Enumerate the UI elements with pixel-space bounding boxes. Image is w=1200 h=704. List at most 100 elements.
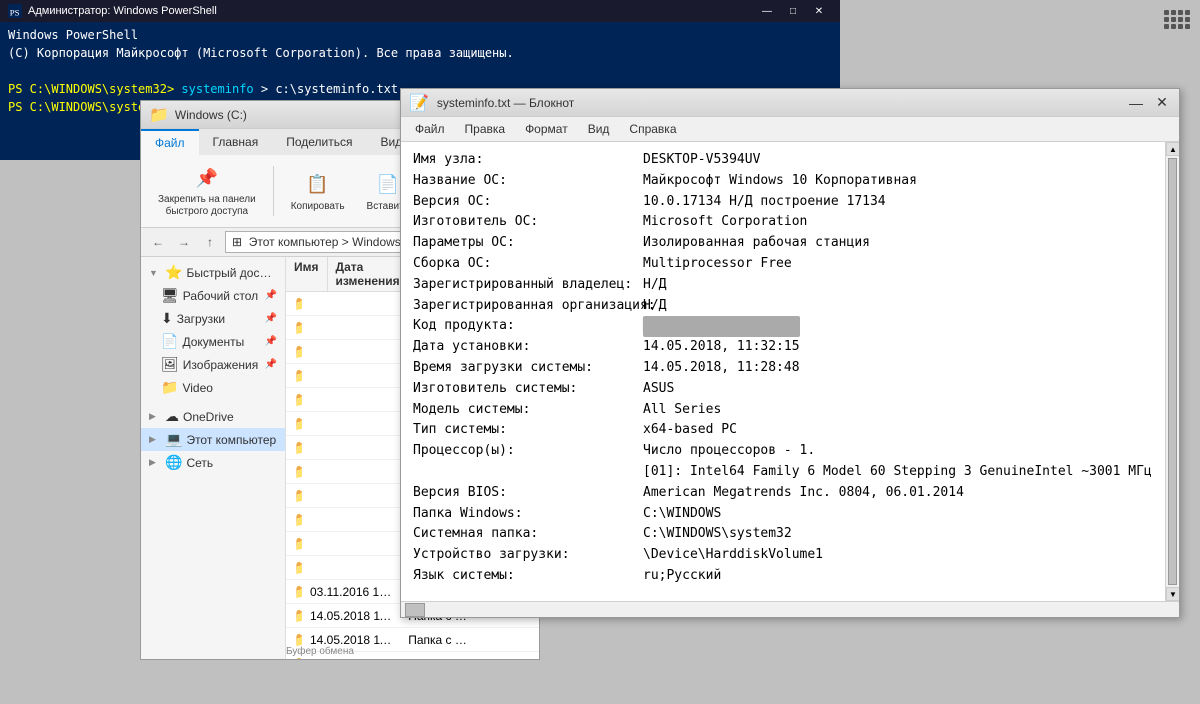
notepad-scrollbar[interactable]: ▲ ▼ xyxy=(1165,142,1179,601)
info-value: C:\WINDOWS\system32 xyxy=(643,524,792,545)
thispc-icon: 💻 xyxy=(165,431,182,448)
ribbon-divider1 xyxy=(273,166,274,216)
info-label: Название ОС: xyxy=(413,171,643,192)
downloads-label: Загрузки xyxy=(177,312,225,326)
notepad-window: 📝 systeminfo.txt — Блокнот — ✕ Файл Прав… xyxy=(400,88,1180,618)
documents-label: Документы xyxy=(182,335,244,349)
ps-minimize-btn[interactable]: — xyxy=(754,0,780,22)
sidebar-item-network[interactable]: ▶ 🌐 Сеть xyxy=(141,451,285,474)
ps-close-btn[interactable]: ✕ xyxy=(806,0,832,22)
file-name: 📁 SymCache xyxy=(286,484,302,507)
grid-dot xyxy=(1178,10,1183,15)
menu-file[interactable]: Файл xyxy=(405,119,455,139)
sidebar-item-downloads[interactable]: ⬇ Загрузки 📌 xyxy=(141,307,285,330)
file-icon: 📁 xyxy=(294,511,302,528)
desktop-icon: 🖥 xyxy=(161,287,179,304)
ps-line-3 xyxy=(8,62,832,80)
video-label: Video xyxy=(182,381,212,395)
ribbon-copy-btn[interactable]: 📋 Копировать xyxy=(282,166,354,217)
notepad-close-btn[interactable]: ✕ xyxy=(1149,90,1175,116)
file-name: 📁 TsTemp xyxy=(286,556,302,579)
info-label: Язык системы: xyxy=(413,566,643,587)
file-date xyxy=(302,373,400,379)
notepad-titlebar: 📝 systeminfo.txt — Блокнот — ✕ xyxy=(401,89,1179,117)
ps-titlebar-left: PS Администратор: Windows PowerShell xyxy=(8,4,217,18)
scroll-thumb[interactable] xyxy=(1168,158,1177,585)
info-label: Код продукта: xyxy=(413,316,643,337)
file-type: Папка с файлами xyxy=(400,654,484,660)
nav-back-btn[interactable]: ← xyxy=(147,231,169,253)
video-icon: 📁 xyxy=(161,379,178,396)
grid-dot xyxy=(1178,17,1183,22)
file-name: 📁 PSWork xyxy=(286,412,302,435)
col-name[interactable]: Имя xyxy=(286,257,328,291)
info-value: All Series xyxy=(643,400,721,421)
info-value: Microsoft Corporation xyxy=(643,212,807,233)
file-date xyxy=(302,517,400,523)
menu-edit[interactable]: Правка xyxy=(455,119,516,139)
notepad-content: Имя узла:DESKTOP-V5394UVНазвание ОС:Майк… xyxy=(401,142,1179,601)
ribbon-tab-share[interactable]: Поделиться xyxy=(272,129,366,155)
notepad-text-area[interactable]: Имя узла:DESKTOP-V5394UVНазвание ОС:Майк… xyxy=(401,142,1165,601)
file-icon: 📁 xyxy=(294,319,302,336)
ribbon-tab-file[interactable]: Файл xyxy=(141,129,199,155)
notepad-minimize-btn[interactable]: — xyxy=(1123,90,1149,116)
network-expand: ▶ xyxy=(149,457,161,468)
file-date xyxy=(302,349,400,355)
sidebar-item-images[interactable]: 🖼 Изображения 📌 xyxy=(141,353,285,376)
notepad-hscrollbar xyxy=(401,601,1179,617)
file-date xyxy=(302,565,400,571)
info-label: Сборка ОС: xyxy=(413,254,643,275)
notepad-menubar: Файл Правка Формат Вид Справка xyxy=(401,117,1179,142)
sidebar-item-video[interactable]: 📁 Video xyxy=(141,376,285,399)
scroll-up-arrow[interactable]: ▲ xyxy=(1166,142,1179,156)
info-label: Процессор(ы): xyxy=(413,441,643,462)
info-label: Устройство загрузки: xyxy=(413,545,643,566)
info-label: Изготовитель ОС: xyxy=(413,212,643,233)
file-icon: 📁 xyxy=(294,463,302,480)
info-label: Параметры ОС: xyxy=(413,233,643,254)
ps-maximize-btn[interactable]: □ xyxy=(780,0,806,22)
info-label: Изготовитель системы: xyxy=(413,379,643,400)
explorer-folder-icon: 📁 xyxy=(149,105,169,125)
ribbon-tab-home[interactable]: Главная xyxy=(199,129,273,155)
quickaccess-label: Быстрый доступ xyxy=(186,266,277,280)
sidebar-item-quickaccess[interactable]: ▼ ⭐ Быстрый доступ xyxy=(141,261,285,284)
grid-dot xyxy=(1164,10,1169,15)
sidebar-item-documents[interactable]: 📄 Документы 📌 xyxy=(141,330,285,353)
file-name: 📁 Test Soft xyxy=(286,532,302,555)
sidebar-item-thispc[interactable]: ▶ 💻 Этот компьютер xyxy=(141,428,285,451)
ps-line-text: (С) Корпорация Майкрософт (Microsoft Cor… xyxy=(8,46,514,60)
pin-mark3: 📌 xyxy=(265,336,277,347)
ribbon-pin-btn[interactable]: 📌 Закрепить на панелибыстрого доступа xyxy=(149,159,265,223)
ribbon-pin-label: Закрепить на панелибыстрого доступа xyxy=(158,194,256,218)
menu-format[interactable]: Формат xyxy=(515,119,578,139)
menu-view[interactable]: Вид xyxy=(578,119,620,139)
scroll-down-arrow[interactable]: ▼ xyxy=(1166,587,1179,601)
quickaccess-icon: ⭐ xyxy=(165,264,182,281)
grid-dot xyxy=(1178,24,1183,29)
ps-redirect: > c:\systeminfo.txt xyxy=(254,82,399,96)
ps-line-1: Windows PowerShell xyxy=(8,26,832,44)
info-label: Папка Windows: xyxy=(413,504,643,525)
file-date: 14.05.2018 11:31 xyxy=(302,606,400,626)
pin-icon: 📌 xyxy=(193,164,221,192)
ps-systeminfo-cmd: systeminfo xyxy=(181,82,253,96)
col-date[interactable]: Дата изменения xyxy=(328,257,409,291)
menu-help[interactable]: Справка xyxy=(619,119,686,139)
info-label: Тип системы: xyxy=(413,420,643,441)
hscroll-thumb[interactable] xyxy=(405,603,425,617)
nav-up-btn[interactable]: ↑ xyxy=(199,231,221,253)
file-name: 📁 PSGet xyxy=(286,388,302,411)
pin-mark4: 📌 xyxy=(265,359,277,370)
sidebar-item-desktop[interactable]: 🖥 Рабочий стол 📌 xyxy=(141,284,285,307)
sidebar-item-onedrive[interactable]: ▶ ☁ OneDrive xyxy=(141,405,285,428)
grid-dot xyxy=(1171,10,1176,15)
pin-mark: 📌 xyxy=(265,290,277,301)
info-label: Зарегистрированная организация: xyxy=(413,296,643,317)
grid-icon[interactable] xyxy=(1164,10,1190,29)
file-name: 📁 Windows xyxy=(286,604,302,627)
desktop-label: Рабочий стол xyxy=(183,289,258,303)
nav-forward-btn[interactable]: → xyxy=(173,231,195,253)
file-icon: 📁 xyxy=(294,535,302,552)
